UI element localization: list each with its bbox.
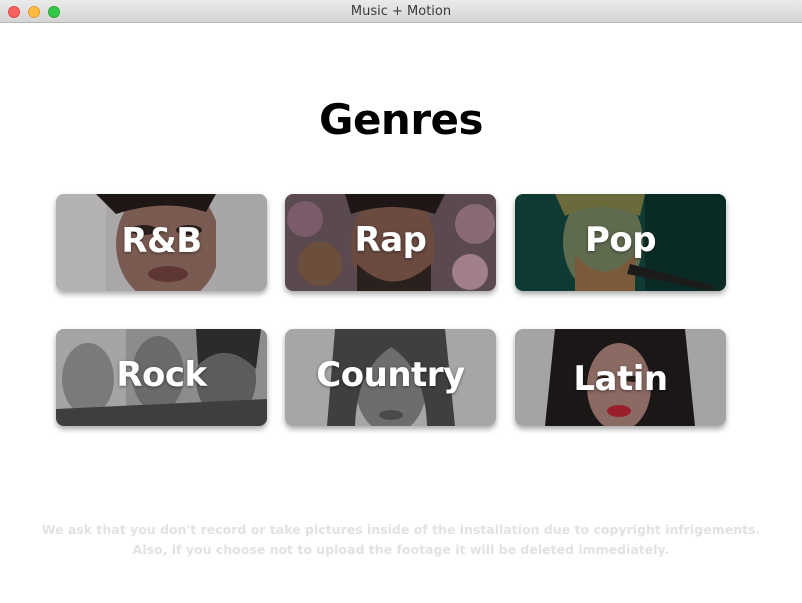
genre-label: Rap — [354, 220, 427, 260]
genre-card-rock[interactable]: Rock — [56, 329, 267, 426]
genre-card-latin[interactable]: Latin — [515, 329, 726, 426]
genre-card-rap[interactable]: Rap — [285, 194, 496, 291]
genre-label: Latin — [573, 359, 668, 399]
genre-card-country[interactable]: Country — [285, 329, 496, 426]
genre-label: Rock — [116, 355, 207, 395]
window-title: Music + Motion — [350, 4, 452, 19]
genre-label: R&B — [121, 221, 202, 261]
genre-card-rnb[interactable]: R&B — [56, 194, 267, 291]
app-window: Music + Motion Genres R&B Rap Pop Rock C… — [0, 0, 802, 603]
page-title: Genres — [318, 95, 484, 144]
main-content: Genres R&B Rap Pop Rock Country Latin We… — [0, 23, 802, 603]
genre-label: Pop — [584, 220, 657, 260]
title-bar[interactable]: Music + Motion — [0, 0, 802, 23]
genre-card-pop[interactable]: Pop — [515, 194, 726, 291]
genre-label: Country — [316, 355, 465, 395]
recording-notice: We ask that you don't record or take pic… — [41, 522, 761, 557]
